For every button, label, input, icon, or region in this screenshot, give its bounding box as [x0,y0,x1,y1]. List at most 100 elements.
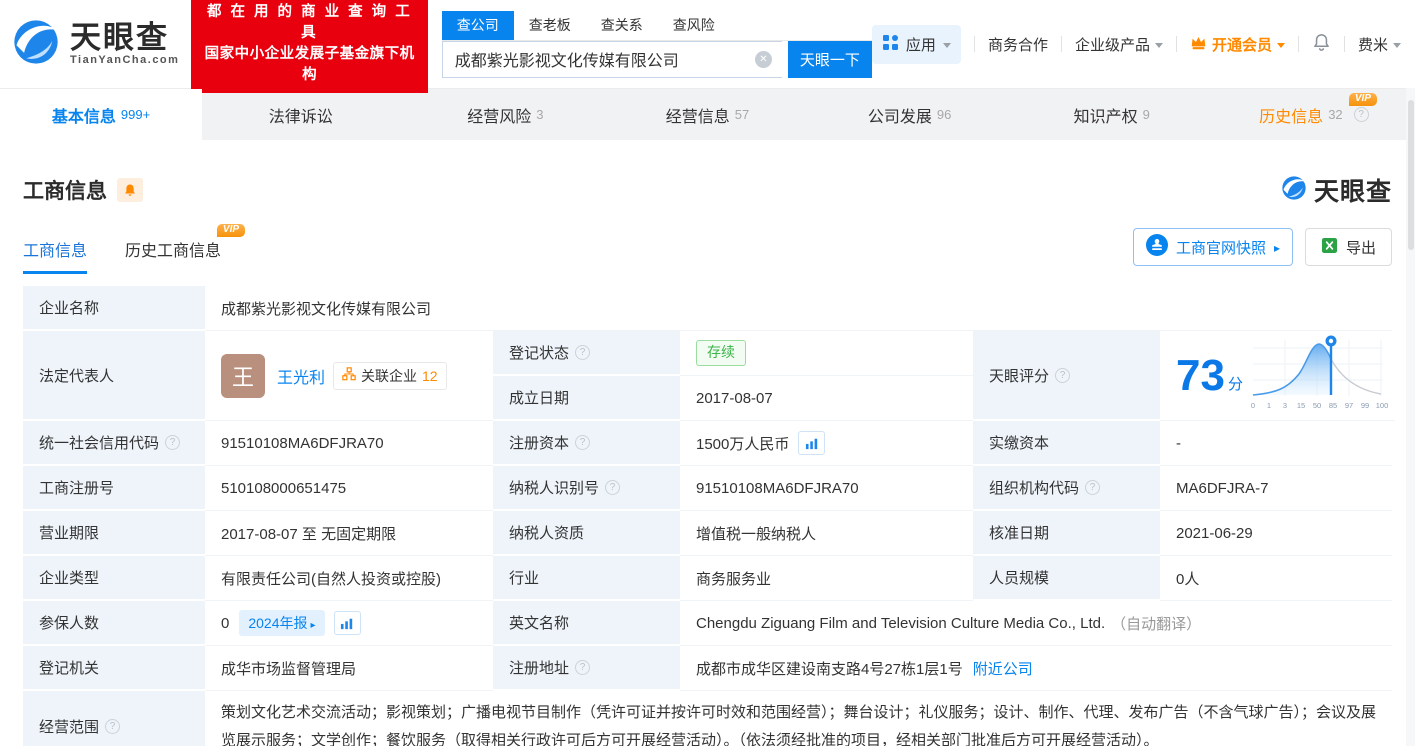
nearby-companies-link[interactable]: 附近公司 [973,658,1033,679]
export-button[interactable]: 导出 [1304,228,1392,266]
search-input[interactable] [441,40,782,78]
vip-badge: VIP [1348,93,1377,106]
legal-rep-link[interactable]: 王光利 [277,364,325,388]
help-icon[interactable] [575,345,591,360]
business-info-table: 企业名称 成都紫光影视文化传媒有限公司 法定代表人 王 王光利 关联企业 12 … [23,286,1395,746]
taxpayer-type-value: 增值税一般纳税人 [680,511,973,556]
help-icon[interactable] [165,435,181,450]
tab-count: 96 [936,107,952,122]
nav-enterprise-products[interactable]: 企业级产品 [1075,34,1163,55]
chevron-down-icon [1276,42,1285,48]
status-badge: 存续 [696,340,746,366]
svg-text:97: 97 [1345,401,1353,410]
annual-report-badge[interactable]: 2024年报 [239,610,325,636]
help-icon[interactable] [575,660,591,675]
tab-company-development[interactable]: 公司发展 96 [809,89,1011,140]
label-text: 经营范围 [39,719,100,736]
field-label: 参保人数 [23,601,205,646]
search-tab-relation[interactable]: 查关系 [586,11,658,40]
help-icon[interactable] [575,435,591,450]
vip-label: 开通会员 [1211,36,1272,54]
field-label: 登记状态 [493,331,680,376]
scrollbar[interactable] [1406,88,1415,746]
arrow-right-icon [1274,239,1280,256]
nav-business-coop[interactable]: 商务合作 [988,34,1048,55]
official-snapshot-button[interactable]: 工商官网快照 [1132,228,1293,266]
help-icon[interactable] [1353,107,1369,122]
tab-label: 经营风险 [467,108,532,126]
help-icon[interactable] [605,480,621,495]
promo-banner: 都 在 用 的 商 业 查 询 工 具 国家中小企业发展子基金旗下机构 [191,0,428,94]
field-label: 英文名称 [493,601,680,646]
scrollbar-thumb[interactable] [1407,100,1414,250]
notification-bell-icon[interactable] [1312,33,1331,56]
field-label: 核准日期 [973,511,1160,556]
label-text: 注册资本 [509,435,570,452]
related-companies-badge[interactable]: 关联企业 12 [333,361,447,390]
table-row: 统一社会信用代码 91510108MA6DFJRA70 注册资本 1500万人民… [23,421,1392,466]
help-icon[interactable] [1085,480,1101,495]
tab-legal-lawsuits[interactable]: 法律诉讼 [202,89,404,140]
tab-operation-risk[interactable]: 经营风险 3 [404,89,606,140]
tab-basic-info[interactable]: 基本信息 999+ [0,89,203,140]
clear-icon[interactable] [754,50,772,68]
svg-text:99: 99 [1361,401,1369,410]
field-label: 组织机构代码 [973,466,1160,511]
subtab-business-info[interactable]: 工商信息 [23,237,88,274]
logo-title: 天眼查 [70,19,169,55]
org-chart-icon [342,367,356,384]
field-label: 经营范围 [23,691,205,746]
insured-value: 0 2024年报 [205,601,493,646]
value-text: 1500万人民币 [696,435,790,453]
svg-text:50: 50 [1313,401,1321,410]
field-label: 实缴资本 [973,421,1160,466]
approve-date-value: 2021-06-29 [1160,511,1392,556]
field-label: 注册资本 [493,421,680,466]
table-row: 经营范围 策划文化艺术交流活动；影视策划；广播电视节目制作（凭许可证并按许可时效… [23,691,1392,746]
logo-swoosh-icon [10,16,62,73]
table-row: 参保人数 0 2024年报 英文名称 Chengdu Ziguang Film [23,601,1392,646]
auto-translate-note: （自动翻译） [1111,615,1202,633]
search-tabs: 查公司 查老板 查关系 查风险 [441,10,872,41]
tab-history-info[interactable]: VIP 历史信息 32 [1213,89,1415,140]
tab-operation-info[interactable]: 经营信息 57 [606,89,808,140]
divider [1343,36,1345,52]
search-tab-company[interactable]: 查公司 [441,10,514,40]
search-tab-boss[interactable]: 查老板 [514,11,586,40]
svg-text:15: 15 [1297,401,1305,410]
insured-trend-icon[interactable] [333,611,361,635]
search-button[interactable]: 天眼一下 [787,40,872,78]
main-content: 工商信息 天眼查 工商信息 VIP 历史工商信息 工商官网快照 ▸ 导出 企业名… [0,172,1415,746]
tab-intellectual-property[interactable]: 知识产权 9 [1011,89,1213,140]
tab-label: 历史信息 [1259,108,1324,126]
banner-line1: 都 在 用 的 商 业 查 询 工 具 [206,3,413,41]
label-text: 注册地址 [509,660,570,677]
subscribe-bell-icon[interactable] [117,178,143,202]
avatar[interactable]: 王 [221,353,265,398]
tianyancha-logo[interactable]: 天眼查 TianYanCha.com [10,16,179,73]
subtab-history-business-info[interactable]: VIP 历史工商信息 [125,224,246,274]
label-text: 登记状态 [509,345,570,362]
help-icon[interactable] [1055,367,1071,383]
badge-label: 关联企业 [361,367,418,384]
scope-text: 策划文化艺术交流活动；影视策划；广播电视节目制作（凭许可证并按许可时效和范围经营… [221,704,1377,746]
svg-text:0: 0 [1251,401,1255,410]
credit-code-value: 91510108MA6DFJRA70 [205,421,493,466]
capital-trend-icon[interactable] [798,431,826,455]
watermark-text: 天眼查 [1313,178,1392,206]
apps-menu[interactable]: 应用 [871,24,961,64]
label-text: 天眼评分 [989,367,1050,385]
help-icon[interactable] [105,719,121,734]
search-tab-risk[interactable]: 查风险 [658,11,730,40]
logo-domain: TianYanCha.com [70,54,180,67]
establish-date-value: 2017-08-07 [680,376,973,421]
reg-no-value: 510108000651475 [205,466,493,511]
industry-value: 商务服务业 [680,556,973,601]
field-label: 工商注册号 [23,466,205,511]
nav-open-vip[interactable]: 开通会员 [1190,34,1285,55]
user-menu[interactable]: 费米 [1358,34,1401,55]
company-tab-bar: 基本信息 999+ 法律诉讼 经营风险 3 经营信息 57 公司发展 96 知识… [0,88,1415,140]
search-area: 查公司 查老板 查关系 查风险 天眼一下 [441,10,872,78]
value-text: 成都市成华区建设南支路4号27栋1层1号 [696,660,963,678]
svg-text:3: 3 [1283,401,1287,410]
